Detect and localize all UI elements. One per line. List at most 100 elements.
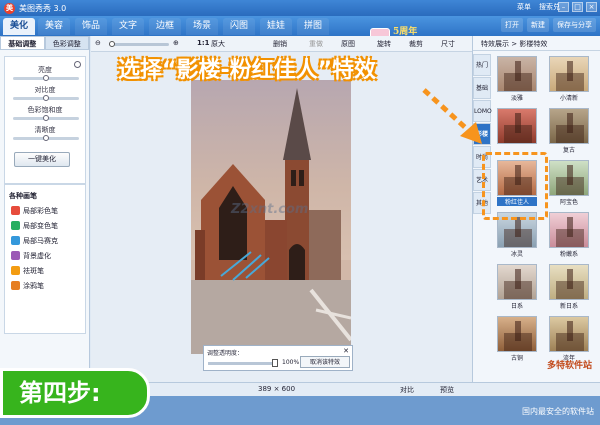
subtab-color[interactable]: 色彩调整 — [44, 36, 89, 50]
pen-label: 局部变色笔 — [23, 221, 58, 230]
close-icon[interactable]: ✕ — [343, 347, 349, 355]
effect-label: 阿宝色 — [559, 199, 578, 206]
effect-thumb[interactable] — [497, 108, 537, 154]
effect-thumb[interactable]: 日系 — [497, 264, 537, 310]
tab-decor[interactable]: 饰品 — [75, 18, 107, 35]
rotate-button[interactable]: 旋转 — [377, 39, 391, 49]
pen-label: 涂鸦笔 — [23, 281, 44, 290]
subtab-basic[interactable]: 基础调整 — [0, 36, 45, 50]
tab-face[interactable]: 美容 — [38, 18, 70, 35]
redo-button[interactable]: 重做 — [309, 39, 323, 49]
effect-thumb[interactable]: 新日系 — [549, 264, 589, 310]
app-title: 美图秀秀 3.0 — [19, 3, 67, 13]
slider-brightness[interactable] — [13, 75, 79, 81]
preview-button[interactable]: 预览 — [440, 385, 454, 395]
left-panel: 基础调整 色彩调整 亮度 对比度 色彩饱和度 清晰度 一键美化 各种画笔 局部彩… — [0, 36, 90, 376]
opacity-label: 调整透明度： — [207, 350, 244, 357]
new-button[interactable]: 新建 — [527, 18, 549, 32]
menu-link-menu[interactable]: 菜单 — [517, 2, 531, 12]
mosaic-icon — [11, 236, 20, 245]
pens-title: 各种画笔 — [9, 192, 37, 200]
tab-doll[interactable]: 娃娃 — [260, 18, 292, 35]
effect-label: 粉嫩系 — [559, 251, 578, 258]
pens-panel: 各种画笔 局部彩色笔 局部变色笔 局部马赛克 背景虚化 祛斑笔 涂鸦笔 — [4, 184, 86, 334]
undo-button[interactable]: 删销 — [273, 39, 287, 49]
zoom-slider[interactable] — [109, 41, 169, 47]
opacity-knob[interactable] — [272, 359, 278, 367]
slider-label-saturation: 色彩饱和度 — [27, 106, 63, 114]
opacity-slider[interactable] — [208, 362, 278, 365]
compare-button[interactable]: 对比 — [400, 385, 414, 395]
slider-knob[interactable] — [43, 75, 49, 81]
auto-beautify-button[interactable]: 一键美化 — [14, 152, 70, 167]
pen-item-doodle[interactable]: 涂鸦笔 — [5, 278, 85, 293]
instruction-caption: 选择“影楼-粉红佳人”特效 — [118, 58, 377, 83]
effect-thumb[interactable]: 复古 — [549, 108, 589, 154]
pen-item-spot[interactable]: 祛斑笔 — [5, 263, 85, 278]
slider-saturation[interactable] — [13, 115, 79, 121]
opacity-percent: 100% — [282, 359, 300, 366]
effect-thumb[interactable]: 古铜 — [497, 316, 537, 362]
zoom-out-icon[interactable]: ⊖ — [95, 39, 101, 47]
effect-thumb[interactable]: 粉嫩系 — [549, 212, 589, 258]
app-logo-icon: 美 — [4, 2, 15, 14]
pen-item-mosaic[interactable]: 局部马赛克 — [5, 233, 85, 248]
tab-beautify[interactable]: 美化 — [3, 18, 35, 35]
effect-thumb[interactable]: 小清新 — [549, 56, 589, 102]
recolor-pen-icon — [11, 221, 20, 230]
tab-text[interactable]: 文字 — [112, 18, 144, 35]
save-share-button[interactable]: 保存与分享 — [553, 18, 596, 32]
ratio-label[interactable]: 1:1 — [197, 39, 210, 47]
opacity-dialog: 调整透明度： ✕ 100% 取消该特效 — [203, 345, 353, 371]
step-banner: 第四步: — [0, 368, 150, 418]
open-button[interactable]: 打开 — [501, 18, 523, 32]
zoom-in-icon[interactable]: ⊕ — [173, 39, 179, 47]
tab-collage[interactable]: 拼图 — [297, 18, 329, 35]
site-logo: 多特软件站 — [546, 361, 592, 371]
slider-label-brightness: 亮度 — [38, 66, 52, 74]
pen-label: 局部彩色笔 — [23, 206, 58, 215]
pen-item-local-color[interactable]: 局部彩色笔 — [5, 203, 85, 218]
vtab-hot[interactable]: 热门 — [473, 54, 491, 76]
canvas-toolbar: ⊖ ⊕ 1:1 原大 删销 重做 原图 旋转 裁剪 尺寸 — [91, 36, 472, 52]
effect-thumb[interactable]: 淡雅 — [497, 56, 537, 102]
tab-frame[interactable]: 边框 — [149, 18, 181, 35]
pen-item-recolor[interactable]: 局部变色笔 — [5, 218, 85, 233]
cancel-effect-button[interactable]: 取消该特效 — [300, 356, 350, 368]
effect-thumb[interactable]: 阿宝色 — [549, 160, 589, 206]
church-illustration — [191, 88, 351, 354]
maximize-icon[interactable]: □ — [572, 2, 583, 12]
effect-label: 小清新 — [559, 95, 578, 102]
slider-contrast[interactable] — [13, 95, 79, 101]
original-image-button[interactable]: 原图 — [341, 39, 355, 49]
selection-highlight — [482, 152, 548, 220]
pen-label: 祛斑笔 — [23, 266, 44, 275]
slider-knob[interactable] — [43, 95, 49, 101]
file-tools: 打开 新建 保存与分享 — [501, 18, 596, 32]
effect-label: 古铜 — [510, 355, 523, 362]
watermark-text: Z2xnt.com — [231, 202, 309, 217]
window-controls: – □ × — [558, 2, 597, 12]
menu-link-search[interactable]: 搜索兑 — [539, 2, 560, 12]
minimize-icon[interactable]: – — [558, 2, 569, 12]
effect-thumb[interactable]: 流年 — [549, 316, 589, 362]
original-size-button[interactable]: 原大 — [211, 39, 225, 49]
slider-label-contrast: 对比度 — [34, 86, 56, 94]
crop-button[interactable]: 裁剪 — [409, 39, 423, 49]
blur-icon — [11, 251, 20, 260]
effects-breadcrumb: 特效展示 > 影楼特效 — [473, 36, 600, 51]
resize-button[interactable]: 尺寸 — [441, 39, 455, 49]
zoom-knob[interactable] — [109, 41, 115, 47]
effect-label: 冰灵 — [510, 251, 523, 258]
tab-scene[interactable]: 场景 — [186, 18, 218, 35]
slider-sharpness[interactable] — [13, 135, 79, 141]
church-photo[interactable] — [191, 80, 351, 354]
effect-label: 日系 — [510, 303, 523, 310]
pen-item-blur-bg[interactable]: 背景虚化 — [5, 248, 85, 263]
close-icon[interactable]: × — [586, 2, 597, 12]
effect-label: 淡雅 — [510, 95, 523, 102]
slider-knob[interactable] — [43, 135, 49, 141]
spot-pen-icon — [11, 266, 20, 275]
slider-knob[interactable] — [43, 115, 49, 121]
tab-flash[interactable]: 闪图 — [223, 18, 255, 35]
